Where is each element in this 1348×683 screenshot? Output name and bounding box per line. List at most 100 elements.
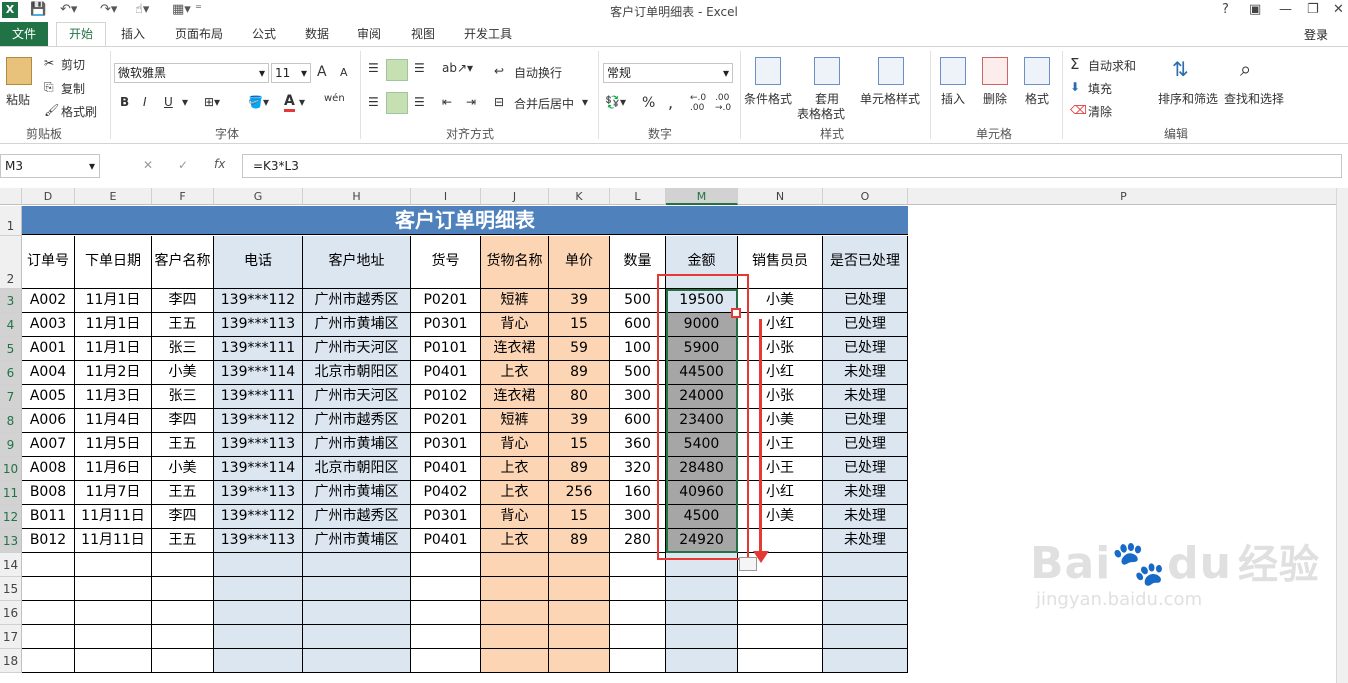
table-cell[interactable]: 王五 [152, 529, 214, 553]
table-cell[interactable]: 139***114 [214, 457, 303, 481]
align-middle-icon[interactable] [386, 59, 408, 81]
format-cells-button[interactable]: 格式 [1025, 90, 1049, 107]
table-cell[interactable]: 139***113 [214, 529, 303, 553]
underline-button[interactable]: U [164, 95, 173, 109]
table-cell[interactable]: 广州市天河区 [303, 337, 411, 361]
tab-file[interactable]: 文件 [0, 22, 48, 46]
eraser-icon[interactable]: ⌫ [1070, 103, 1087, 117]
row-header-11[interactable]: 11 [0, 481, 22, 505]
insert-cells-icon[interactable] [940, 57, 966, 85]
table-cell[interactable]: 11月1日 [75, 313, 152, 337]
empty-cell[interactable] [75, 649, 152, 673]
comma-button[interactable]: , [668, 93, 673, 112]
table-cell[interactable]: 北京市朝阳区 [303, 361, 411, 385]
clear-button[interactable]: 清除 [1088, 103, 1112, 120]
table-cell[interactable]: 139***111 [214, 337, 303, 361]
row-header-17[interactable]: 17 [0, 625, 22, 649]
close-icon[interactable]: ✕ [1333, 2, 1344, 17]
table-cell[interactable]: 89 [549, 529, 610, 553]
row-header-13[interactable]: 13 [0, 529, 22, 553]
conditional-format-icon[interactable] [755, 57, 781, 85]
table-cell[interactable]: P0301 [411, 505, 481, 529]
empty-cell[interactable] [22, 625, 75, 649]
empty-cell[interactable] [152, 649, 214, 673]
table-cell[interactable]: A004 [22, 361, 75, 385]
table-cell[interactable]: 小张 [738, 337, 823, 361]
orientation-icon[interactable]: ab↗▾ [442, 61, 473, 75]
grow-font-icon[interactable]: A [317, 64, 327, 80]
column-header-o[interactable]: O [823, 188, 908, 205]
format-painter-button[interactable]: 格式刷 [61, 103, 97, 120]
table-cell[interactable]: 已处理 [823, 313, 908, 337]
table-cell[interactable]: B012 [22, 529, 75, 553]
empty-cell[interactable] [738, 601, 823, 625]
format-painter-icon[interactable]: 🖌 [44, 103, 59, 117]
column-title-cell[interactable]: 下单日期 [75, 236, 152, 289]
empty-cell[interactable] [22, 553, 75, 577]
table-cell[interactable]: 背心 [481, 505, 549, 529]
empty-cell[interactable] [666, 577, 738, 601]
table-cell[interactable]: A003 [22, 313, 75, 337]
cancel-icon[interactable]: ✕ [143, 158, 153, 172]
empty-cell[interactable] [303, 553, 411, 577]
column-title-cell[interactable]: 货号 [411, 236, 481, 289]
empty-cell[interactable] [666, 649, 738, 673]
wrap-text-icon[interactable]: ↩ [494, 64, 504, 78]
table-cell[interactable]: A001 [22, 337, 75, 361]
tab-home[interactable]: 开始 [56, 22, 106, 46]
tab-review[interactable]: 审阅 [357, 25, 381, 42]
binoculars-icon[interactable]: ⌕ [1240, 57, 1251, 81]
empty-cell[interactable] [214, 649, 303, 673]
table-cell[interactable]: 短裤 [481, 289, 549, 313]
formula-input[interactable]: =K3*L3 [242, 154, 1342, 178]
paste-icon[interactable] [6, 57, 32, 85]
align-center-icon[interactable] [386, 92, 408, 114]
empty-cell[interactable] [823, 649, 908, 673]
fill-color-icon[interactable]: 🪣▾ [248, 95, 269, 109]
empty-cell[interactable] [22, 577, 75, 601]
increase-decimal-button[interactable]: ←.0 .00 [690, 93, 710, 113]
empty-cell[interactable] [303, 601, 411, 625]
minimize-icon[interactable]: — [1279, 2, 1292, 17]
table-cell[interactable]: 139***113 [214, 313, 303, 337]
percent-button[interactable]: % [642, 95, 655, 111]
align-left-icon[interactable]: ☰ [368, 95, 379, 109]
table-cell[interactable]: 11月11日 [75, 505, 152, 529]
tab-developer[interactable]: 开发工具 [464, 25, 512, 42]
table-cell[interactable]: 张三 [152, 337, 214, 361]
table-cell[interactable]: P0201 [411, 289, 481, 313]
table-cell[interactable]: P0102 [411, 385, 481, 409]
empty-cell[interactable] [610, 625, 666, 649]
empty-cell[interactable] [738, 577, 823, 601]
empty-cell[interactable] [411, 601, 481, 625]
empty-cell[interactable] [214, 553, 303, 577]
fill-icon[interactable]: ⬇ [1070, 80, 1080, 94]
table-cell[interactable]: 小美 [152, 361, 214, 385]
table-cell[interactable]: 已处理 [823, 289, 908, 313]
delete-cells-button[interactable]: 删除 [983, 90, 1007, 107]
table-cell[interactable]: 39 [549, 289, 610, 313]
column-header-p[interactable]: P [908, 188, 1340, 205]
name-box[interactable]: M3 ▾ [0, 154, 100, 178]
decrease-decimal-button[interactable]: .00 →.0 [715, 93, 735, 113]
table-cell[interactable]: 张三 [152, 385, 214, 409]
empty-cell[interactable] [823, 577, 908, 601]
table-cell[interactable]: 已处理 [823, 337, 908, 361]
column-title-cell[interactable]: 客户名称 [152, 236, 214, 289]
table-cell[interactable]: 背心 [481, 313, 549, 337]
column-title-cell[interactable]: 货物名称 [481, 236, 549, 289]
empty-cell[interactable] [152, 577, 214, 601]
empty-cell[interactable] [549, 625, 610, 649]
table-cell[interactable]: 已处理 [823, 457, 908, 481]
table-cell[interactable]: 王五 [152, 313, 214, 337]
table-cell[interactable]: 广州市黄埔区 [303, 529, 411, 553]
empty-cell[interactable] [152, 553, 214, 577]
column-title-cell[interactable]: 单价 [549, 236, 610, 289]
table-cell[interactable]: 小美 [738, 505, 823, 529]
table-cell[interactable]: 15 [549, 505, 610, 529]
column-header-i[interactable]: I [411, 188, 481, 205]
cell-styles-icon[interactable] [878, 57, 904, 85]
number-format-select[interactable]: 常规 ▾ [603, 63, 733, 83]
table-cell[interactable]: P0101 [411, 337, 481, 361]
empty-cell[interactable] [549, 649, 610, 673]
